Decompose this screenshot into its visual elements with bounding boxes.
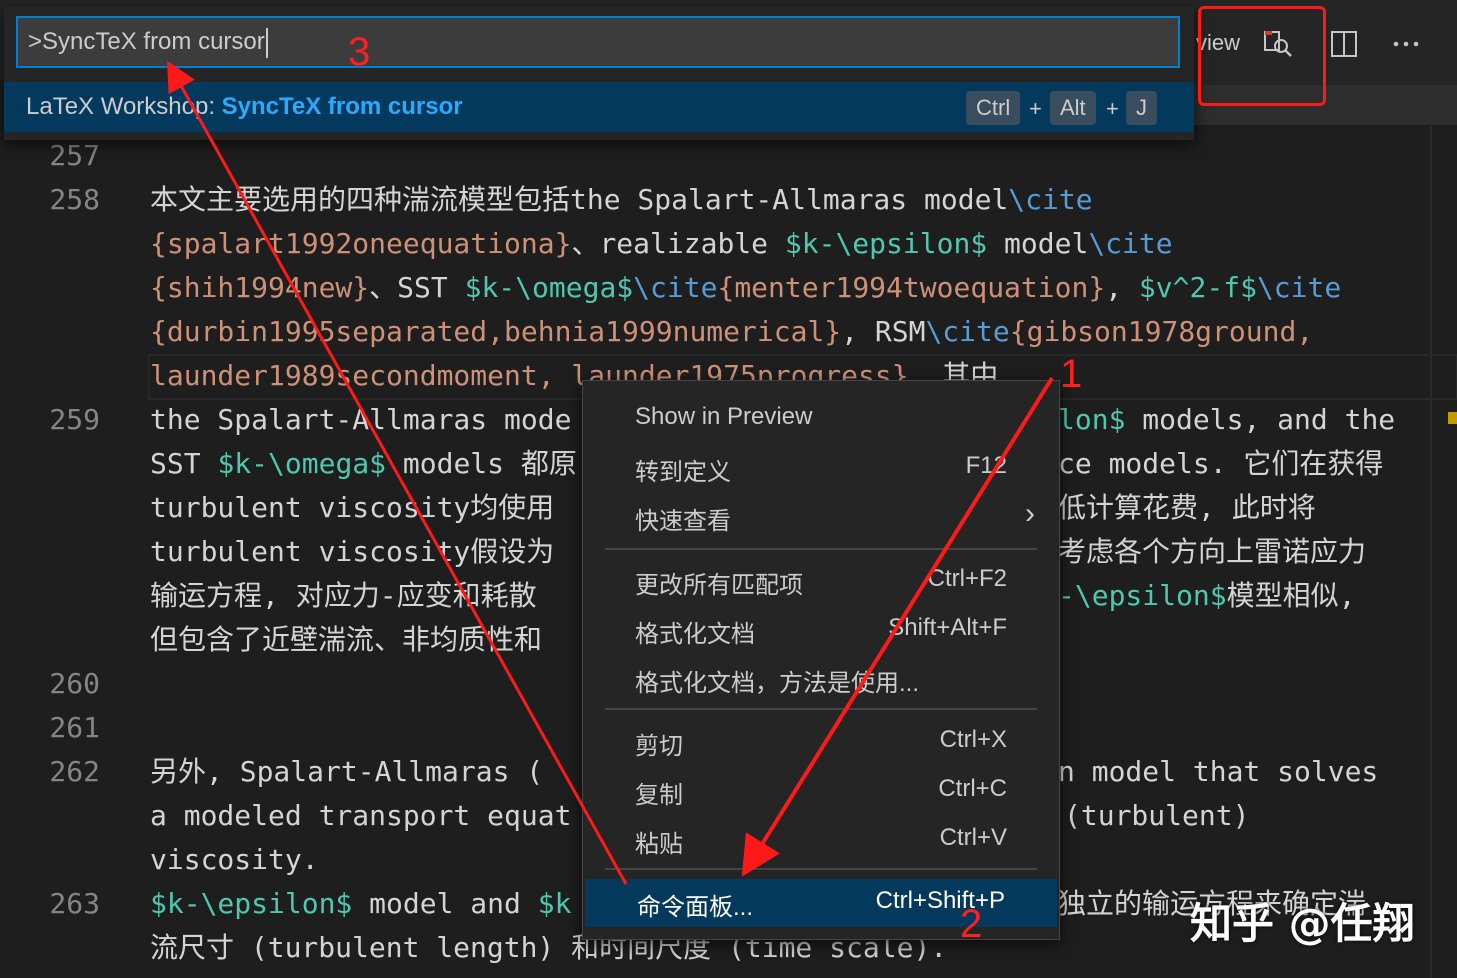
line-number: 257 <box>49 139 100 172</box>
editor-wrapped-line: {durbin1995separated,behnia1999numerical… <box>150 315 1314 348</box>
code-text: 另外, Spalart-Allmaras ( <box>150 755 544 788</box>
editor-wrapped-line: {shih1994new}、SST $k-\omega$\cite{menter… <box>150 271 1342 304</box>
command-palette: >SyncTeX from cursor LaTeX Workshop: Syn… <box>4 6 1194 140</box>
menu-item-show-in-preview[interactable]: Show in Preview <box>583 395 1059 443</box>
menu-item-paste[interactable]: 粘贴 Ctrl+V <box>583 816 1059 864</box>
menu-separator <box>605 708 1037 710</box>
code-text: 本文主要选用的四种湍流模型包括the Spalart-Allmaras mode… <box>150 183 1093 216</box>
editor-wrapped-line: {spalart1992oneequationa}、realizable $k-… <box>150 227 1173 260</box>
keybinding-key: Alt <box>1050 91 1096 125</box>
command-palette-input[interactable]: >SyncTeX from cursor <box>16 16 1180 68</box>
keybinding-plus: + <box>1106 96 1119 121</box>
menu-item-change-all-occurrences[interactable]: 更改所有匹配项 Ctrl+F2 <box>583 557 1059 605</box>
keybinding-plus: + <box>1029 96 1042 121</box>
line-number: 259 <box>49 403 100 436</box>
code-text: the Spalart-Allmaras mode <box>150 403 572 436</box>
menu-item-cut[interactable]: 剪切 Ctrl+X <box>583 718 1059 766</box>
line-number: 258 <box>49 183 100 216</box>
chevron-right-icon: › <box>1025 497 1035 530</box>
code-text: $k-\epsilon$ model and $k <box>150 887 572 920</box>
command-palette-result[interactable]: LaTeX Workshop: SyncTeX from cursor Ctrl… <box>4 82 1194 132</box>
menu-item-go-to-definition[interactable]: 转到定义 F12 <box>583 444 1059 492</box>
keybinding-key: Ctrl <box>966 91 1021 125</box>
watermark: 知乎 @任翔 <box>1190 899 1415 948</box>
annotation-step-2: 2 <box>960 902 983 946</box>
keybinding-key: J <box>1126 91 1157 125</box>
editor-line[interactable]: 258 本文主要选用的四种湍流模型包括the Spalart-Allmaras … <box>0 178 1457 222</box>
more-actions-icon[interactable] <box>1386 24 1426 64</box>
result-label: LaTeX Workshop: SyncTeX from cursor <box>26 93 463 120</box>
menu-item-copy[interactable]: 复制 Ctrl+C <box>583 767 1059 815</box>
text-caret <box>265 27 268 58</box>
menu-item-format-document[interactable]: 格式化文档 Shift+Alt+F <box>583 606 1059 654</box>
line-number: 263 <box>49 887 100 920</box>
menu-item-format-document-with[interactable]: 格式化文档，方法是使用... <box>583 655 1059 703</box>
line-number: 261 <box>49 711 100 744</box>
editor-line[interactable]: 257 <box>0 134 1457 178</box>
annotation-highlight-box <box>1198 6 1326 106</box>
menu-separator <box>605 868 1037 870</box>
annotation-step-3: 3 <box>348 30 371 74</box>
menu-separator <box>605 548 1037 550</box>
split-editor-icon[interactable] <box>1324 24 1364 64</box>
menu-item-peek[interactable]: 快速查看 › <box>583 493 1059 541</box>
line-number: 260 <box>49 667 100 700</box>
menu-item-command-palette[interactable]: 命令面板... Ctrl+Shift+P <box>585 879 1057 927</box>
line-number: 262 <box>49 755 100 788</box>
context-menu: Show in Preview 转到定义 F12 快速查看 › 更改所有匹配项 … <box>582 380 1060 940</box>
annotation-step-1: 1 <box>1060 352 1083 396</box>
